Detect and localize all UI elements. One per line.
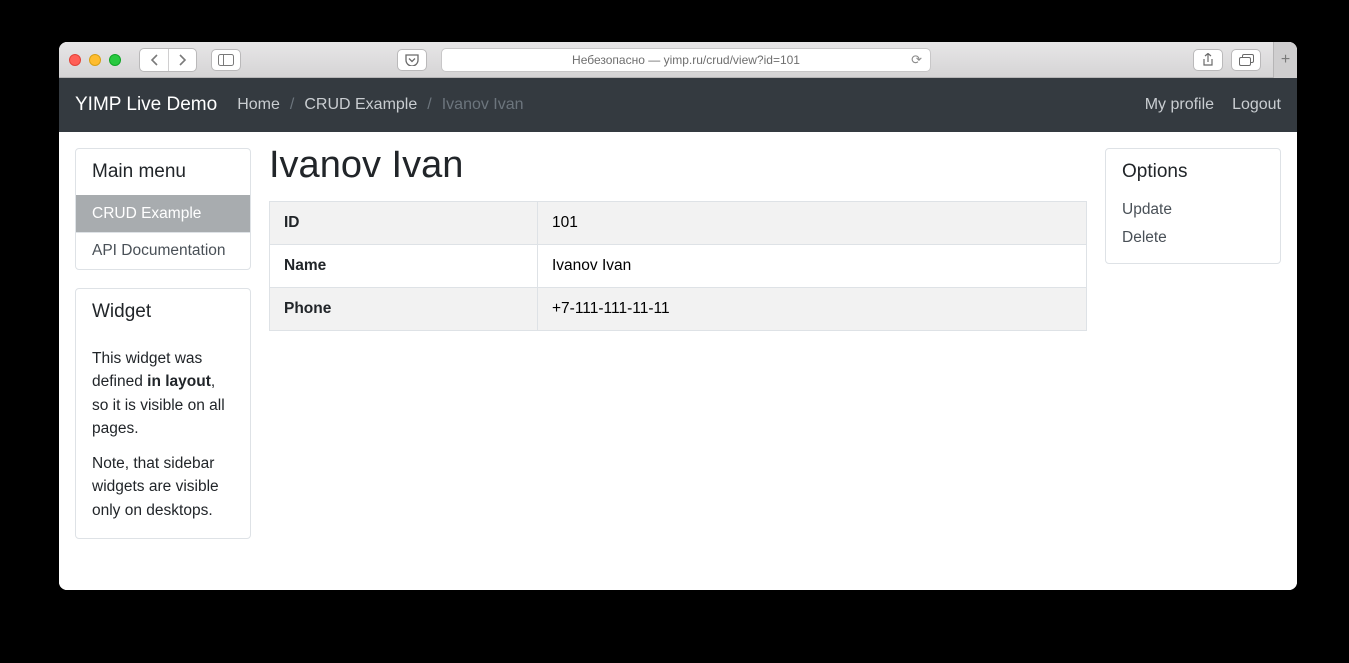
table-row: Phone +7-111-111-11-11: [270, 288, 1087, 331]
row-label-phone: Phone: [270, 288, 538, 331]
zoom-window-icon[interactable]: [109, 54, 121, 66]
pocket-button[interactable]: [397, 49, 427, 71]
address-bar[interactable]: Небезопасно — yimp.ru/crud/view?id=101 ⟳: [441, 48, 931, 72]
reload-icon[interactable]: ⟳: [911, 52, 922, 68]
page-title: Ivanov Ivan: [269, 144, 1087, 187]
window-controls: [69, 54, 121, 66]
row-label-id: ID: [270, 202, 538, 245]
address-text: Небезопасно — yimp.ru/crud/view?id=101: [572, 53, 800, 67]
app-navbar: YIMP Live Demo Home / CRUD Example / Iva…: [59, 78, 1297, 132]
option-label: Delete: [1122, 229, 1167, 246]
navbar-right: My profile Logout: [1145, 96, 1281, 114]
detail-table: ID 101 Name Ivanov Ivan Phone +7-111-111…: [269, 201, 1087, 331]
breadcrumb-crud[interactable]: CRUD Example: [304, 96, 417, 114]
brand[interactable]: YIMP Live Demo: [75, 94, 217, 116]
new-tab-button[interactable]: +: [1273, 42, 1297, 78]
widget-header: Widget: [76, 289, 250, 335]
main-column: Ivanov Ivan ID 101 Name Ivanov Ivan Phon…: [269, 148, 1087, 574]
nav-logout[interactable]: Logout: [1232, 96, 1281, 114]
option-delete[interactable]: Delete: [1106, 225, 1280, 253]
row-value-id: 101: [538, 202, 1087, 245]
option-label: Update: [1122, 201, 1172, 218]
sidebar-toggle-button[interactable]: [211, 49, 241, 71]
tabs-button[interactable]: [1231, 49, 1261, 71]
forward-button[interactable]: [168, 49, 196, 71]
row-value-name: Ivanov Ivan: [538, 245, 1087, 288]
breadcrumb: Home / CRUD Example / Ivanov Ivan: [237, 96, 523, 114]
nav-back-forward: [139, 48, 197, 72]
close-window-icon[interactable]: [69, 54, 81, 66]
breadcrumb-current: Ivanov Ivan: [442, 96, 524, 114]
table-row: ID 101: [270, 202, 1087, 245]
browser-titlebar: Небезопасно — yimp.ru/crud/view?id=101 ⟳…: [59, 42, 1297, 78]
back-button[interactable]: [140, 49, 168, 71]
sidebar-item-label: API Documentation: [92, 242, 226, 259]
options-list: Update Delete: [1106, 195, 1280, 263]
widget-body: This widget was defined in layout, so it…: [76, 347, 250, 538]
breadcrumb-home[interactable]: Home: [237, 96, 280, 114]
widget-paragraph-2: Note, that sidebar widgets are visible o…: [92, 452, 234, 522]
option-update[interactable]: Update: [1106, 195, 1280, 225]
sidebar-item-label: CRUD Example: [92, 205, 201, 222]
main-menu-header: Main menu: [76, 149, 250, 195]
minimize-window-icon[interactable]: [89, 54, 101, 66]
options-header: Options: [1106, 149, 1280, 195]
row-value-phone: +7-111-111-11-11: [538, 288, 1087, 331]
breadcrumb-separator: /: [290, 96, 294, 114]
browser-window: Небезопасно — yimp.ru/crud/view?id=101 ⟳…: [59, 42, 1297, 590]
main-menu-card: Main menu CRUD Example API Documentation: [75, 148, 251, 270]
options-card: Options Update Delete: [1105, 148, 1281, 264]
sidebar-item-crud-example[interactable]: CRUD Example: [76, 195, 250, 232]
row-label-name: Name: [270, 245, 538, 288]
nav-my-profile[interactable]: My profile: [1145, 96, 1214, 114]
widget-card: Widget This widget was defined in layout…: [75, 288, 251, 539]
share-button[interactable]: [1193, 49, 1223, 71]
sidebar-item-api-documentation[interactable]: API Documentation: [76, 232, 250, 269]
breadcrumb-separator: /: [427, 96, 431, 114]
widget-paragraph-1: This widget was defined in layout, so it…: [92, 347, 234, 440]
table-row: Name Ivanov Ivan: [270, 245, 1087, 288]
left-column: Main menu CRUD Example API Documentation…: [75, 148, 251, 574]
toolbar-right: [1193, 49, 1261, 71]
content-area: Main menu CRUD Example API Documentation…: [59, 132, 1297, 590]
right-column: Options Update Delete: [1105, 148, 1281, 574]
